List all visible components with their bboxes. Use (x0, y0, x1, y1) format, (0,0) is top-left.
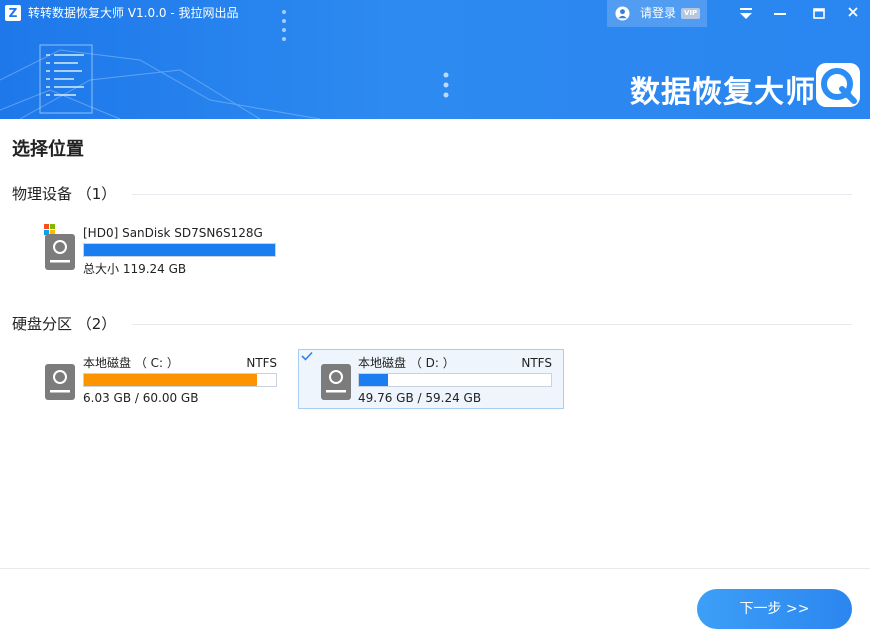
brand-title: 数据恢复大师 (630, 75, 816, 110)
login-label: 请登录 (640, 6, 677, 20)
physical-devices-title: 物理设备 （1） (12, 185, 117, 203)
next-button[interactable]: 下一步 >> (697, 589, 852, 629)
app-title: 转转数据恢复大师 V1.0.0 - 我拉网出品 (28, 6, 239, 20)
header-banner: Z 转转数据恢复大师 V1.0.0 - 我拉网出品 请登录 VIP 数据恢复大师 (0, 0, 870, 119)
device-name: [HD0] SanDisk SD7SN6S128G (83, 226, 263, 240)
close-button[interactable] (838, 0, 868, 27)
minimize-icon (774, 13, 786, 15)
partition-c[interactable]: 本地磁盘 （ C: ） NTFS 6.03 GB / 60.00 GB (28, 349, 294, 407)
partition-usage-bar (358, 373, 552, 387)
maximize-button[interactable] (804, 0, 834, 27)
capacity-fill (84, 244, 275, 256)
footer-divider (0, 568, 870, 569)
hard-disk-icon (45, 234, 75, 270)
partition-usage: 49.76 GB / 59.24 GB (358, 391, 482, 405)
usage-fill (84, 374, 257, 386)
user-icon (615, 6, 630, 21)
device-capacity-bar (83, 243, 276, 257)
page-title: 选择位置 (12, 139, 84, 160)
partitions-title: 硬盘分区 （2） (12, 315, 117, 333)
banner-decoration (0, 44, 449, 119)
title-bar: Z 转转数据恢复大师 V1.0.0 - 我拉网出品 请登录 VIP (0, 0, 870, 28)
hard-disk-icon (45, 364, 75, 400)
partition-usage-bar (83, 373, 277, 387)
minimize-button[interactable] (765, 0, 795, 27)
maximize-icon (813, 8, 825, 19)
vip-badge: VIP (681, 8, 701, 19)
partition-filesystem: NTFS (521, 356, 552, 370)
app-logo-icon: Z (5, 5, 21, 21)
physical-device-hd0[interactable]: [HD0] SanDisk SD7SN6S128G 总大小 119.24 GB (40, 222, 290, 280)
hard-disk-icon (321, 364, 351, 400)
checkmark-icon (301, 351, 313, 361)
partition-name: 本地磁盘 （ C: ） (83, 356, 179, 370)
brand-logo-icon (816, 63, 860, 107)
device-size: 总大小 119.24 GB (83, 262, 187, 276)
divider (132, 194, 852, 195)
divider (132, 324, 852, 325)
close-icon (848, 7, 858, 17)
partition-d[interactable]: 本地磁盘 （ D: ） NTFS 49.76 GB / 59.24 GB (298, 349, 564, 409)
menu-button[interactable] (731, 0, 761, 27)
usage-fill (359, 374, 388, 386)
menu-dropdown-icon (740, 8, 752, 19)
partition-usage: 6.03 GB / 60.00 GB (83, 391, 199, 405)
login-button[interactable]: 请登录 VIP (607, 0, 707, 27)
partition-filesystem: NTFS (246, 356, 277, 370)
partition-name: 本地磁盘 （ D: ） (358, 356, 455, 370)
